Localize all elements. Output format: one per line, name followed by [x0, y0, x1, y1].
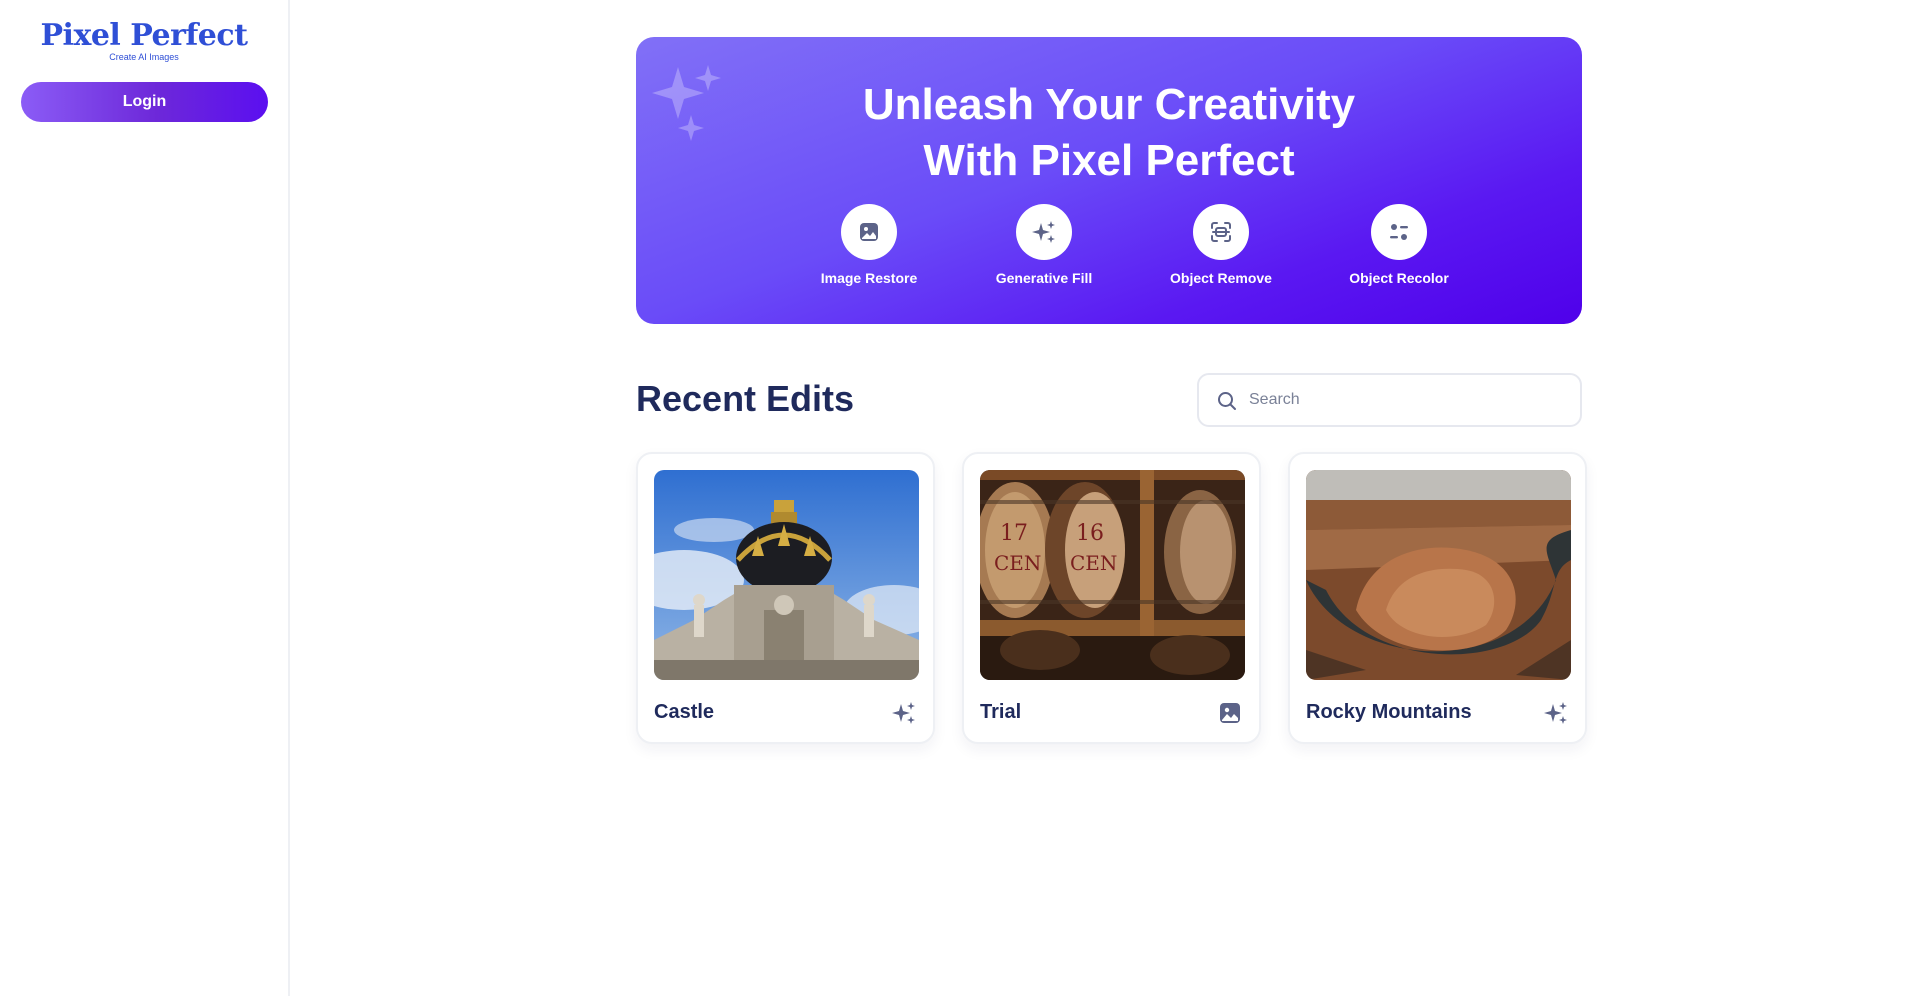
svg-text:16: 16	[1076, 521, 1104, 546]
hero-banner: Unleash Your Creativity With Pixel Perfe…	[636, 37, 1582, 324]
feature-object-remove-circle[interactable]	[1193, 204, 1249, 260]
feature-object-recolor[interactable]: Object Recolor	[1324, 204, 1474, 286]
image-icon[interactable]	[1217, 700, 1243, 726]
hero-title: Unleash Your Creativity With Pixel Perfe…	[636, 77, 1582, 189]
recent-edit-card-castle[interactable]: Castle	[636, 452, 935, 744]
feature-list: Image Restore Generative Fill Object Rem…	[636, 204, 1582, 304]
canyon-photo	[1306, 470, 1571, 680]
search-box[interactable]	[1197, 373, 1582, 427]
feature-label: Image Restore	[820, 270, 918, 286]
search-input[interactable]	[1249, 385, 1569, 415]
recent-edit-card-trial[interactable]: 17 CEN 16 CEN Trial	[962, 452, 1261, 744]
castle-photo	[654, 470, 919, 680]
feature-label: Object Recolor	[1349, 270, 1449, 286]
search-icon	[1218, 392, 1236, 410]
card-thumbnail-rocky-mountains[interactable]	[1306, 470, 1571, 680]
card-title: Trial	[980, 701, 1022, 723]
sparkles-icon[interactable]	[1543, 700, 1569, 726]
feature-object-remove[interactable]: Object Remove	[1146, 204, 1296, 286]
image-icon	[860, 223, 878, 241]
recent-edits-title: Recent Edits	[636, 378, 855, 419]
feature-image-restore-circle[interactable]	[841, 204, 897, 260]
logo[interactable]: Pixel Perfect Create AI Images	[0, 18, 288, 63]
sliders-icon	[1390, 224, 1408, 240]
card-thumbnail-castle[interactable]	[654, 470, 919, 680]
card-title: Castle	[654, 701, 715, 723]
svg-text:CEN: CEN	[1070, 551, 1117, 575]
hero-title-line-2: With Pixel Perfect	[923, 136, 1295, 185]
sparkles-icon[interactable]	[891, 700, 917, 726]
sidebar: Pixel Perfect Create AI Images Login	[0, 0, 290, 996]
login-button[interactable]: Login	[21, 82, 268, 122]
card-title: Rocky Mountains	[1306, 701, 1472, 723]
wine-barrels-photo: 17 CEN 16 CEN	[980, 470, 1245, 680]
card-thumbnail-trial[interactable]: 17 CEN 16 CEN	[980, 470, 1245, 680]
hero-title-line-1: Unleash Your Creativity	[862, 80, 1356, 129]
feature-label: Generative Fill	[995, 270, 1093, 286]
feature-generative-fill-circle[interactable]	[1016, 204, 1072, 260]
sparkles-icon	[1032, 221, 1055, 243]
svg-text:17: 17	[1000, 521, 1028, 546]
svg-text:CEN: CEN	[994, 551, 1041, 575]
feature-object-recolor-circle[interactable]	[1371, 204, 1427, 260]
feature-image-restore[interactable]: Image Restore	[794, 204, 944, 286]
recent-edit-card-rocky-mountains[interactable]: Rocky Mountains	[1288, 452, 1587, 744]
feature-generative-fill[interactable]: Generative Fill	[969, 204, 1119, 286]
feature-label: Object Remove	[1170, 270, 1272, 286]
scan-object-icon	[1211, 222, 1231, 242]
logo-title: Pixel Perfect	[40, 18, 248, 53]
logo-subtitle: Create AI Images	[109, 52, 179, 62]
